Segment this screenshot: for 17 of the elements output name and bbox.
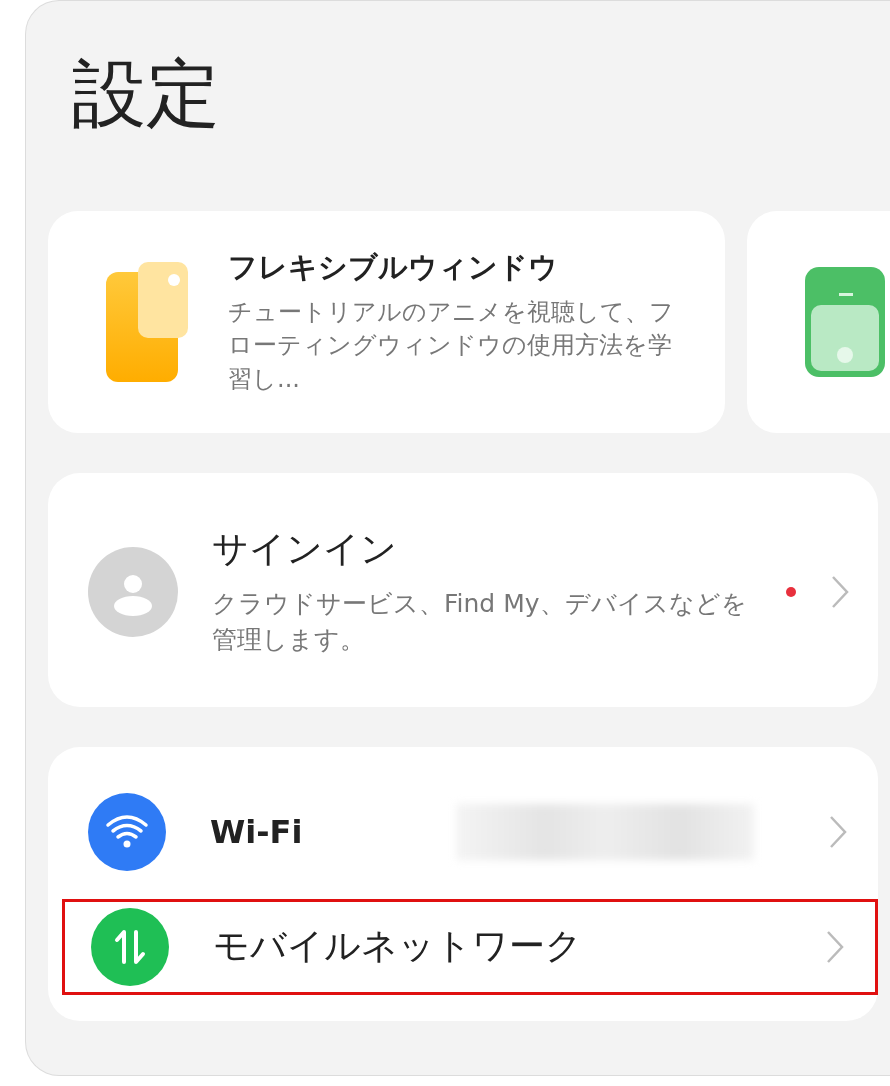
row-label: Wi-Fi: [210, 812, 303, 851]
feature-card[interactable]: [747, 211, 890, 433]
avatar-icon: [88, 546, 178, 637]
feature-card[interactable]: フレキシブルウィンドウ チュートリアルのアニメを視聴して、フローティングウィンドウの使用方法を学習し...: [48, 211, 725, 433]
settings-row[interactable]: Wi-Fi: [88, 776, 878, 887]
signin-title: サインイン: [212, 527, 398, 571]
wifi-icon: [88, 792, 166, 871]
signin-description: クラウドサービス、Find My、デバイスなどを管理します。: [212, 588, 748, 657]
card-title: フレキシブルウィンドウ: [228, 248, 559, 286]
card-description: チュートリアルのアニメを視聴して、フローティングウィンドウの使用方法を学習し...: [228, 296, 675, 395]
page-title: 設定: [71, 49, 221, 138]
data-arrows-icon: [91, 907, 169, 986]
row-label: モバイルネットワーク: [213, 924, 583, 968]
account-card[interactable]: サインイン クラウドサービス、Find My、デバイスなどを管理します。: [48, 473, 878, 707]
overlapping-windows-icon: [106, 262, 188, 382]
highlighted-row[interactable]: モバイルネットワーク: [62, 898, 878, 995]
phone-window-icon: [805, 267, 885, 377]
